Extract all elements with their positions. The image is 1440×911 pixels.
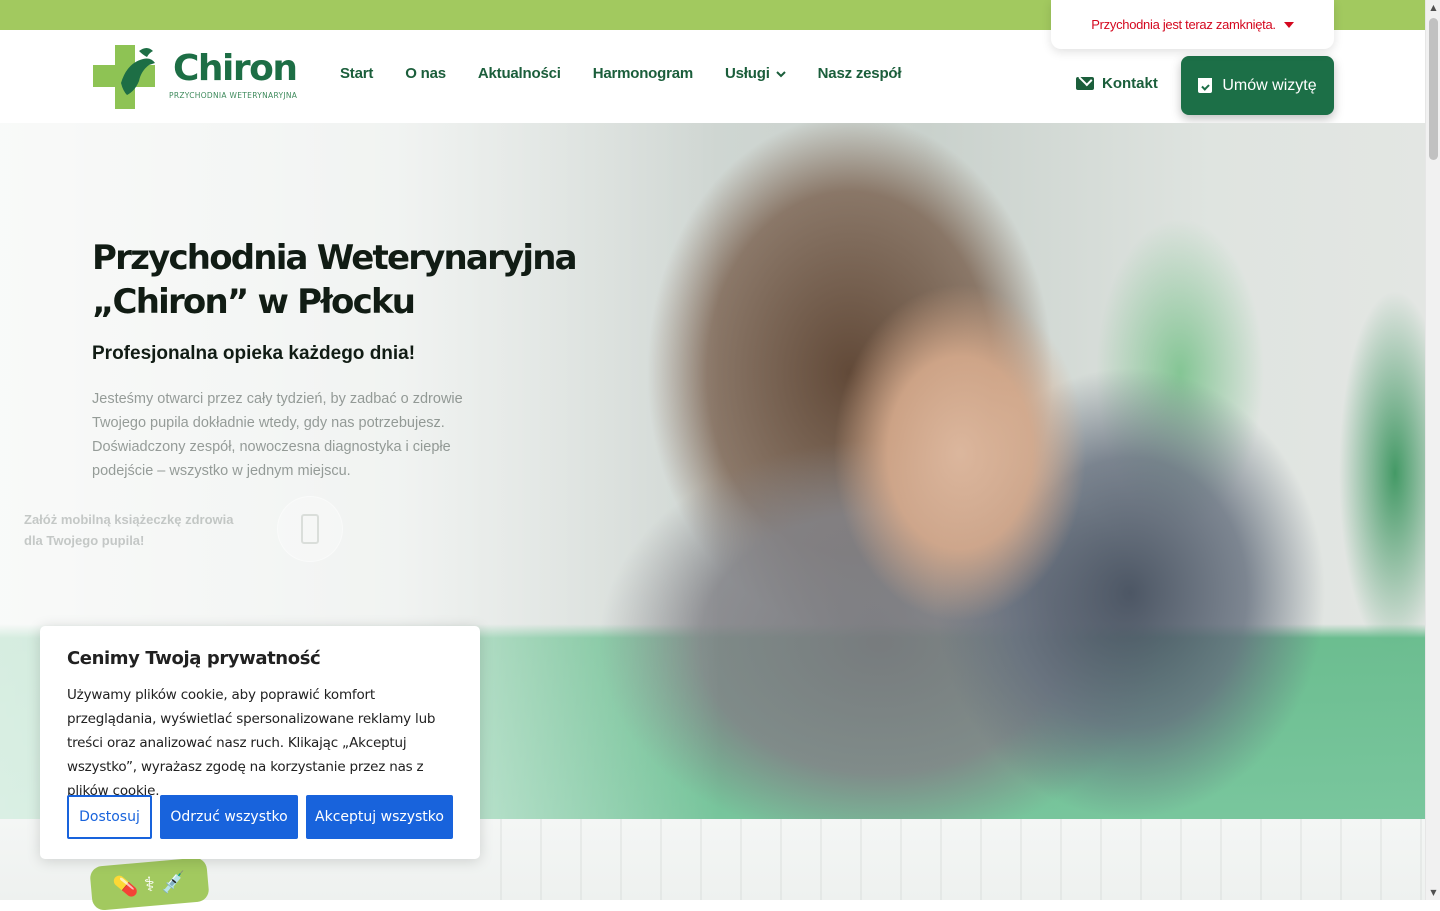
syringe-icon: 💉 [159,868,187,895]
medical-icons-badge: 💊 ⚕ 💉 [89,856,210,911]
nav-label: Usługi [725,65,770,82]
contact-label: Kontakt [1102,75,1158,92]
cookie-accept-button[interactable]: Akceptuj wszystko [306,795,453,839]
cookie-title: Cenimy Twoją prywatność [67,648,321,669]
nav-label: Start [340,65,374,82]
pills-icon: 💊 [112,873,140,900]
calendar-check-icon [1198,78,1213,93]
site-logo[interactable]: Chiron PRZYCHODNIA WETERYNARYJNA [91,41,298,113]
scroll-up-arrow-icon[interactable]: ▲ [1426,0,1440,15]
nav-start[interactable]: Start [340,65,373,82]
clinic-status-dropdown[interactable]: Przychodnia jest teraz zamknięta. [1051,0,1334,49]
cookie-customize-button[interactable]: Dostosuj [67,795,152,839]
app-promo-line2: dla Twojego pupila! [24,533,145,548]
app-promo-text[interactable]: Załóż mobilną książeczkę zdrowia dla Two… [24,509,264,551]
chevron-down-icon [775,70,786,77]
nav-label: Nasz zespół [817,65,902,82]
cta-label: Umów wizytę [1222,76,1317,94]
contact-link[interactable]: Kontakt [1076,75,1158,92]
background-pattern [500,819,1425,900]
main-nav: Start O nas Aktualności Harmonogram Usłu… [340,65,933,82]
nav-about[interactable]: O nas [405,65,446,82]
nav-services[interactable]: Usługi [725,65,786,82]
nav-news[interactable]: Aktualności [478,65,561,82]
logo-wordmark: Chiron [173,48,298,89]
nav-label: O nas [405,65,446,82]
hero-title: Przychodnia Weterynaryjna „Chiron” w Pło… [92,236,612,324]
nav-label: Aktualności [477,65,561,82]
app-promo-button[interactable] [277,496,343,562]
scroll-down-arrow-icon[interactable]: ▼ [1426,885,1440,900]
page-scrollbar[interactable]: ▲ ▼ [1425,0,1440,900]
logo-subtitle: PRZYCHODNIA WETERYNARYJNA [169,91,298,100]
hero-title-line2: „Chiron” w Płocku [92,282,416,322]
cookie-text: Używamy plików cookie, aby poprawić komf… [67,687,436,799]
cookie-reject-button[interactable]: Odrzuć wszystko [160,795,298,839]
caret-down-icon [1283,21,1294,28]
chiron-cross-logo-icon [93,45,155,109]
nav-team[interactable]: Nasz zespół [818,65,902,82]
envelope-icon [1076,77,1094,90]
cookie-consent-banner: Cenimy Twoją prywatność Używamy plików c… [40,626,480,859]
hero-subtitle: Profesjonalna opieka każdego dnia! [92,343,416,364]
nav-label: Harmonogram [592,65,694,82]
hero-description: Jesteśmy otwarci przez cały tydzień, by … [92,391,463,479]
book-appointment-button[interactable]: Umów wizytę [1181,56,1334,115]
scrollbar-thumb[interactable] [1429,18,1438,160]
phone-icon [301,514,319,544]
nav-schedule[interactable]: Harmonogram [592,65,694,82]
stethoscope-icon: ⚕ [143,871,156,897]
hero-title-line1: Przychodnia Weterynaryjna [92,238,578,278]
app-promo-line1: Załóż mobilną książeczkę zdrowia [24,512,234,527]
clinic-status-text: Przychodnia jest teraz zamknięta. [1091,17,1276,32]
